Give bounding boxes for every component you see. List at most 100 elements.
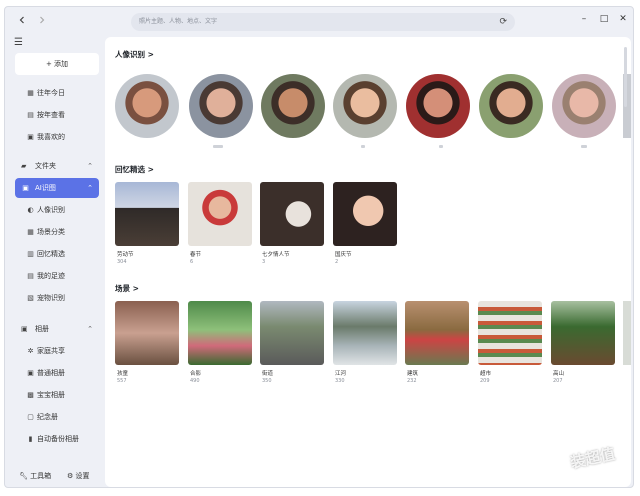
sidebar-item-favorites[interactable]: ▣ 我喜欢的 <box>15 127 99 147</box>
scene-album-count: 350 <box>262 378 272 384</box>
sidebar-item-by-year[interactable]: ▤ 按年查看 <box>15 105 99 125</box>
scene-album-name: 建筑 <box>407 371 419 377</box>
sidebar-item-memories[interactable]: ▥ 回忆精选 <box>15 244 99 264</box>
person-name-label <box>439 145 443 148</box>
memory-icon: ▥ <box>27 250 34 258</box>
heart-icon: ▣ <box>27 133 34 141</box>
sidebar-item-family-share[interactable]: ✲ 家庭共享 <box>15 341 99 361</box>
minimize-button[interactable]: – <box>577 12 591 26</box>
sidebar-item-label: 普通相册 <box>37 369 65 377</box>
person-name-label <box>213 145 223 148</box>
sidebar-item-label: 按年查看 <box>37 111 65 119</box>
sidebar-item-label: 我喜欢的 <box>37 133 65 141</box>
sidebar-item-memorial[interactable]: ▢ 纪念册 <box>15 407 99 427</box>
person-face[interactable] <box>552 74 616 138</box>
sidebar-item-scenes[interactable]: ▦ 场景分类 <box>15 222 99 242</box>
sidebar-section-albums[interactable]: ▣ 相册 ⌃ <box>15 319 99 339</box>
add-button[interactable]: + 添加 <box>15 53 99 75</box>
memory-album-count: 6 <box>190 259 194 265</box>
people-section-title[interactable]: 人像识别 > <box>115 49 154 60</box>
chevron-up-icon: ⌃ <box>87 162 93 170</box>
maximize-icon: □ <box>599 14 609 24</box>
memory-album-count: 3 <box>262 259 266 265</box>
toolbox-button[interactable]: 🔧︎ 工具箱 <box>19 471 51 481</box>
scene-album-cover[interactable] <box>333 301 397 365</box>
folder-icon: ▰ <box>21 162 27 170</box>
person-face[interactable] <box>189 74 253 138</box>
memory-album-name: 国庆节 <box>335 252 352 258</box>
sidebar-item-label: 宝宝相册 <box>37 391 65 399</box>
sidebar: ☰ + 添加 ▦ 往年今日 ▤ 按年查看 ▣ 我喜欢的 ▰ 文件夹 ⌃ ▣ AI… <box>5 33 105 487</box>
person-face[interactable] <box>333 74 397 138</box>
sidebar-item-footprints[interactable]: ▤ 我的足迹 <box>15 266 99 286</box>
sidebar-item-pets[interactable]: ▧ 宠物识别 <box>15 288 99 308</box>
baby-icon: ▩ <box>27 391 34 399</box>
calendar-year-icon: ▤ <box>27 111 34 119</box>
sidebar-item-label: 往年今日 <box>37 89 65 97</box>
settings-button[interactable]: ⚙ 设置 <box>67 471 90 481</box>
sidebar-item-auto-backup[interactable]: ▮ 自动备份相册 <box>15 429 99 449</box>
back-button[interactable] <box>15 13 29 27</box>
memorial-icon: ▢ <box>27 413 34 421</box>
sidebar-item-normal-album[interactable]: ▣ 普通相册 <box>15 363 99 383</box>
person-face[interactable] <box>115 74 179 138</box>
scene-album-cover[interactable] <box>551 301 615 365</box>
maximize-button[interactable]: □ <box>597 12 611 26</box>
search-placeholder: 照片主题、人物、地点、文字 <box>139 18 218 25</box>
memory-album-cover[interactable] <box>115 182 179 246</box>
sidebar-item-ai-recognition[interactable]: ▣ AI识图 ⌃ <box>15 178 99 198</box>
sidebar-item-label: 宠物识别 <box>37 294 65 302</box>
sidebar-item-people[interactable]: ◐ 人像识别 <box>15 200 99 220</box>
memories-section-title[interactable]: 回忆精选 > <box>115 164 154 175</box>
scene-album-count: 490 <box>190 378 200 384</box>
album-icon: ▣ <box>27 369 34 377</box>
app-window: 照片主题、人物、地点、文字 ⟳ – □ ✕ ☰ + 添加 ▦ 往年今日 ▤ 按年… <box>4 6 634 488</box>
sidebar-item-label: AI识图 <box>35 184 56 192</box>
sidebar-item-label: 场景分类 <box>37 228 65 236</box>
scene-album-name: 孩童 <box>117 371 129 377</box>
refresh-icon[interactable]: ⟳ <box>499 13 507 31</box>
person-name-label <box>581 145 587 148</box>
scrollbar[interactable] <box>624 47 627 107</box>
chevron-right-icon <box>40 16 45 24</box>
person-icon: ◐ <box>27 206 34 214</box>
main-content: 人像识别 > 回忆精选 > 劳动节 304 春节 6 七夕情人节 3 国庆节 2… <box>105 37 631 487</box>
calendar-icon: ▦ <box>27 89 34 97</box>
close-button[interactable]: ✕ <box>616 12 630 26</box>
scene-album-cover[interactable] <box>188 301 252 365</box>
sidebar-section-folders[interactable]: ▰ 文件夹 ⌃ <box>15 156 99 176</box>
scene-icon: ▦ <box>27 228 34 236</box>
collapse-menu-icon[interactable]: ☰ <box>14 37 23 48</box>
memory-album-cover[interactable] <box>188 182 252 246</box>
memory-album-count: 304 <box>117 259 127 265</box>
scene-album-cover[interactable] <box>260 301 324 365</box>
scene-album-name: 超市 <box>480 371 492 377</box>
sidebar-item-label: 纪念册 <box>37 413 58 421</box>
memory-album-cover[interactable] <box>260 182 324 246</box>
forward-button[interactable] <box>35 13 49 27</box>
scenes-section-title[interactable]: 场景 > <box>115 283 139 294</box>
scene-album-name: 高山 <box>553 371 565 377</box>
memory-album-name: 春节 <box>190 252 202 258</box>
settings-label: 设置 <box>75 472 90 480</box>
scene-album-cover[interactable] <box>405 301 469 365</box>
scene-album-cover-partial[interactable] <box>623 301 631 365</box>
memory-album-cover[interactable] <box>333 182 397 246</box>
sidebar-item-on-this-day[interactable]: ▦ 往年今日 <box>15 83 99 103</box>
sidebar-item-baby-album[interactable]: ▩ 宝宝相册 <box>15 385 99 405</box>
person-name-label <box>361 145 365 148</box>
person-face[interactable] <box>479 74 543 138</box>
person-face[interactable] <box>261 74 325 138</box>
person-face[interactable] <box>406 74 470 138</box>
scene-album-count: 209 <box>480 378 490 384</box>
close-icon: ✕ <box>619 14 627 24</box>
chevron-left-icon <box>19 16 24 24</box>
scene-album-cover[interactable] <box>115 301 179 365</box>
sidebar-section-label: 文件夹 <box>35 162 56 170</box>
scene-album-count: 207 <box>553 378 563 384</box>
backup-icon: ▮ <box>28 435 33 443</box>
search-input[interactable]: 照片主题、人物、地点、文字 ⟳ <box>131 13 515 31</box>
footprint-icon: ▤ <box>27 272 34 280</box>
sidebar-section-label: 相册 <box>35 325 49 333</box>
scene-album-cover[interactable] <box>478 301 542 365</box>
